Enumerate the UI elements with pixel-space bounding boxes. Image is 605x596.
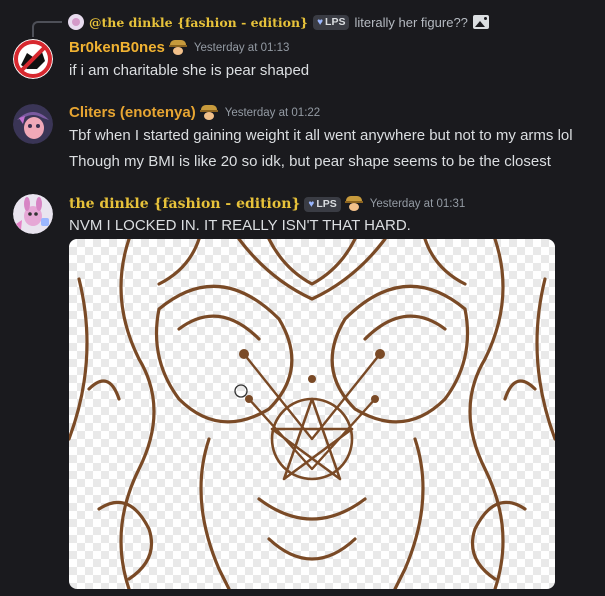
- line-art-drawing: [69, 239, 555, 589]
- reply-author[interactable]: @the dinkle {fashion - edition}: [89, 15, 308, 30]
- message-text: if i am charitable she is pear shaped: [69, 62, 310, 79]
- message-text: Tbf when I started gaining weight it all…: [69, 127, 573, 144]
- role-icon: [344, 196, 363, 212]
- heart-icon: ♥: [317, 16, 324, 28]
- reply-tag-label: LPS: [325, 16, 346, 28]
- reply-preview[interactable]: @the dinkle {fashion - edition} ♥ LPS lit…: [68, 12, 489, 32]
- reply-connector: [32, 21, 62, 37]
- image-icon: [472, 15, 489, 29]
- message-header: the dinkle {fashion - edition} ♥ LPS Yest…: [69, 196, 465, 212]
- message-header: Br0kenB0nes Yesterday at 01:13: [69, 39, 289, 56]
- username[interactable]: Cliters (enotenya): [69, 104, 196, 121]
- timestamp[interactable]: Yesterday at 01:22: [225, 107, 320, 119]
- timestamp[interactable]: Yesterday at 01:13: [194, 42, 289, 54]
- message-text: Though my BMI is like 20 so idk, but pea…: [69, 153, 551, 170]
- message-header: Cliters (enotenya) Yesterday at 01:22: [69, 104, 320, 121]
- avatar[interactable]: [13, 194, 53, 234]
- timestamp[interactable]: Yesterday at 01:31: [370, 198, 465, 210]
- username[interactable]: Br0kenB0nes: [69, 39, 165, 56]
- message-text: NVM I LOCKED IN. IT REALLY ISN'T THAT HA…: [69, 217, 411, 234]
- heart-icon: ♥: [308, 198, 315, 210]
- avatar[interactable]: [13, 104, 53, 144]
- role-icon: [168, 39, 187, 56]
- user-tag-label: LPS: [316, 198, 337, 210]
- image-attachment[interactable]: [69, 239, 555, 589]
- avatar[interactable]: [13, 39, 53, 79]
- reply-text: literally her figure??: [354, 14, 468, 30]
- username[interactable]: the dinkle {fashion - edition}: [69, 196, 300, 212]
- user-tag: ♥ LPS: [304, 196, 341, 212]
- reply-avatar: [68, 14, 84, 30]
- reply-tag: ♥ LPS: [313, 14, 350, 30]
- role-icon: [199, 104, 218, 121]
